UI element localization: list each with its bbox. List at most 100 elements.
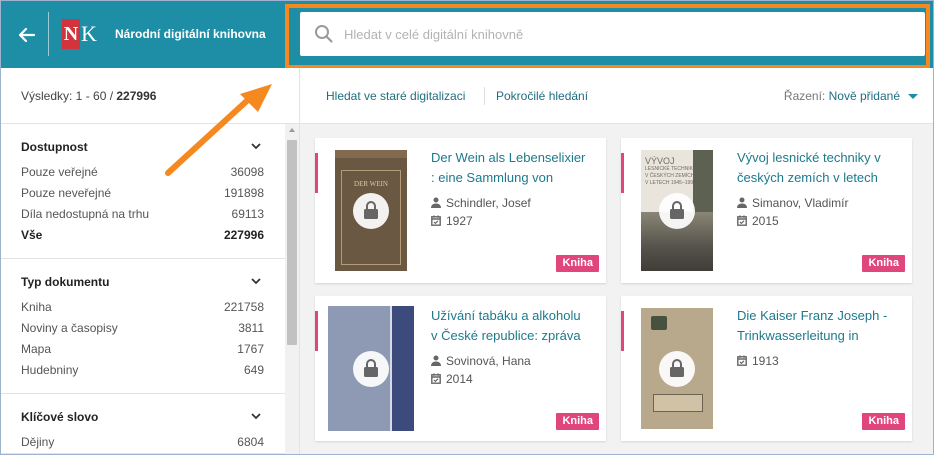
facet-scrollbar[interactable]: [285, 124, 299, 455]
book-cover[interactable]: [641, 308, 713, 429]
chevron-down-icon[interactable]: [250, 140, 262, 152]
calendar-icon: [431, 373, 441, 384]
advanced-search-link[interactable]: Pokročilé hledání: [496, 89, 588, 103]
filter-panel: Výsledky: 1 - 60 / 227996 Dostupnost Pou…: [0, 68, 300, 455]
facet-row[interactable]: Hudebniny 649: [21, 360, 264, 381]
card-title[interactable]: Der Wein als Lebenselixier : eine Sammlun…: [431, 148, 599, 188]
facet-count: 1767: [237, 342, 264, 356]
logo-letter-n: N: [62, 19, 80, 49]
sort-value: Nově přidané: [828, 89, 900, 103]
chevron-down-icon[interactable]: [250, 410, 262, 422]
facet-keyword: Klíčové slovo Dějiny 6804: [0, 394, 285, 454]
facet-label: Kniha: [21, 300, 52, 314]
scrollbar-thumb[interactable]: [287, 140, 297, 345]
facet-count: 6804: [237, 435, 264, 449]
card-author: Sovinová, Hana: [431, 353, 531, 369]
facet-availability: Dostupnost Pouze veřejné 36098 Pouze neve…: [0, 124, 285, 259]
year-value: 2015: [752, 214, 779, 228]
facet-row[interactable]: Pouze neveřejné 191898: [21, 183, 264, 204]
sort-label: Řazení:: [783, 89, 829, 103]
back-arrow-icon[interactable]: [12, 20, 42, 50]
facet-title-text: Dostupnost: [21, 140, 88, 154]
card-title[interactable]: Die Kaiser Franz Joseph - Trinkwasserleit…: [737, 306, 905, 346]
facet-list: Dostupnost Pouze veřejné 36098 Pouze neve…: [0, 124, 285, 455]
book-cover[interactable]: VÝVOJ LESNICKÉ TECHNIKY V ČESKÝCH ZEMÍCH…: [641, 150, 713, 271]
card-year: 2014: [431, 371, 473, 387]
facet-row[interactable]: Díla nedostupná na trhu 69113: [21, 204, 264, 225]
result-card[interactable]: Užívání tabáku a alkoholu v České republi…: [315, 296, 606, 441]
facet-label: Noviny a časopisy: [21, 321, 118, 335]
facet-title-text: Typ dokumentu: [21, 275, 110, 289]
facet-label: Pouze neveřejné: [21, 186, 112, 200]
search-icon[interactable]: [314, 24, 334, 44]
lock-icon: [670, 358, 684, 377]
cover-text: DER WEIN: [354, 180, 388, 188]
lock-icon: [364, 200, 378, 219]
year-value: 1927: [446, 214, 473, 228]
facet-count: 227996: [223, 228, 264, 242]
facet-count: 221758: [223, 300, 264, 314]
chevron-down-icon[interactable]: [250, 275, 262, 287]
facet-count: 649: [243, 363, 264, 377]
results-total: 227996: [116, 89, 157, 103]
card-title-line: Der Wein als Lebenselixier: [431, 150, 586, 165]
lock-icon: [364, 358, 378, 377]
results-grid: DER WEIN Der Wein als Lebenselixier : ein…: [300, 124, 934, 455]
calendar-icon: [431, 215, 441, 226]
card-accent: [315, 311, 318, 351]
author-name: Simanov, Vladimír: [752, 196, 849, 210]
doc-type-badge: Kniha: [556, 255, 599, 272]
card-title-line: v České republice: zpráva: [431, 328, 581, 343]
facet-row-selected[interactable]: Vše 227996: [21, 225, 264, 246]
sort-dropdown[interactable]: Řazení: Nově přidané: [784, 89, 918, 103]
result-card[interactable]: DER WEIN Der Wein als Lebenselixier : ein…: [315, 138, 606, 283]
toolbar-divider: [484, 87, 485, 105]
lock-badge: [353, 192, 389, 229]
doc-type-badge: Kniha: [556, 413, 599, 430]
book-cover[interactable]: [328, 306, 414, 431]
card-title-line: : eine Sammlung von: [431, 170, 554, 185]
search-input[interactable]: [344, 12, 914, 56]
card-title-line: Die Kaiser Franz Joseph -: [737, 308, 888, 323]
card-title[interactable]: Vývoj lesnické techniky v českých zemích …: [737, 148, 905, 188]
lock-badge: [353, 350, 389, 387]
calendar-icon: [737, 355, 747, 366]
card-year: 1927: [431, 213, 473, 229]
scroll-up-icon[interactable]: [289, 128, 295, 132]
results-count: Výsledky: 1 - 60 / 227996: [21, 89, 156, 103]
doc-type-badge: Kniha: [862, 413, 905, 430]
book-cover[interactable]: DER WEIN: [335, 150, 407, 271]
card-title-line: Užívání tabáku a alkoholu: [431, 308, 581, 323]
search-bar[interactable]: [300, 12, 925, 56]
facet-label: Mapa: [21, 342, 52, 356]
card-year: 1913: [737, 353, 779, 369]
person-icon: [431, 355, 441, 366]
card-title-line: Vývoj lesnické techniky v: [737, 150, 881, 165]
facet-row[interactable]: Dějiny 6804: [21, 432, 264, 453]
facet-row[interactable]: Noviny a časopisy 3811: [21, 318, 264, 339]
logo-letter-k: K: [81, 21, 97, 46]
result-card[interactable]: Die Kaiser Franz Joseph - Trinkwasserleit…: [621, 296, 912, 441]
author-name: Sovinová, Hana: [446, 354, 531, 368]
facet-label: Dějiny: [21, 435, 55, 449]
facet-title[interactable]: Klíčové slovo: [21, 410, 264, 426]
card-title[interactable]: Užívání tabáku a alkoholu v České republi…: [431, 306, 599, 346]
facet-count: 36098: [230, 165, 264, 179]
facet-label: Hudebniny: [21, 363, 79, 377]
result-card[interactable]: VÝVOJ LESNICKÉ TECHNIKY V ČESKÝCH ZEMÍCH…: [621, 138, 912, 283]
author-name: Schindler, Josef: [446, 196, 531, 210]
facet-title-text: Klíčové slovo: [21, 410, 99, 424]
facet-title[interactable]: Typ dokumentu: [21, 275, 264, 291]
old-digitization-link[interactable]: Hledat ve staré digitalizaci: [326, 89, 465, 103]
facet-title[interactable]: Dostupnost: [21, 140, 264, 156]
facet-row[interactable]: Mapa 1767: [21, 339, 264, 360]
card-title-line: Trinkwasserleitung in: [737, 328, 859, 343]
facet-count: 69113: [231, 207, 264, 221]
brand-name[interactable]: Národní digitální knihovna: [115, 27, 266, 41]
facet-row[interactable]: Kniha 221758: [21, 297, 264, 318]
facet-row[interactable]: Pouze veřejné 36098: [21, 162, 264, 183]
facet-count: 3811: [238, 321, 264, 335]
lock-icon: [670, 200, 684, 219]
nk-logo[interactable]: N K: [62, 19, 97, 49]
card-author: Schindler, Josef: [431, 195, 531, 211]
